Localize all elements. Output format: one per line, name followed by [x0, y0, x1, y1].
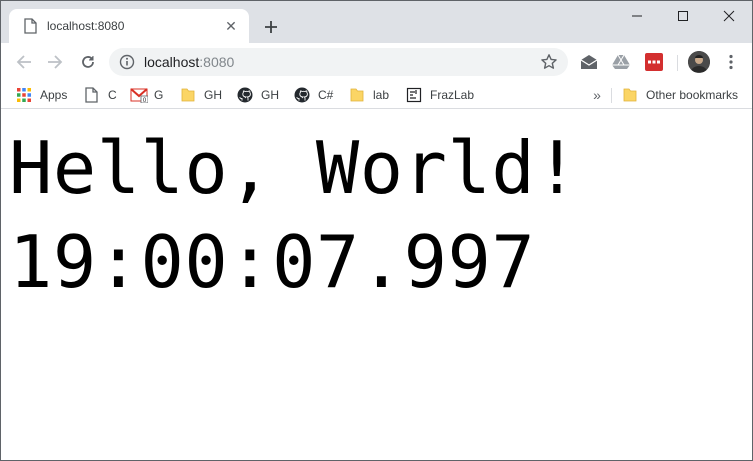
greeting-text: Hello, World!: [9, 126, 580, 210]
bookmark-csharp[interactable]: C#: [294, 85, 333, 105]
bookmark-label: G: [154, 88, 164, 102]
bookmark-label: lab: [373, 88, 390, 102]
drive-extension-icon[interactable]: [611, 52, 631, 72]
url-port: :8080: [199, 54, 235, 70]
apps-grid-icon: [16, 87, 32, 103]
back-button[interactable]: [11, 49, 37, 75]
bookmark-label: C: [108, 88, 117, 102]
toolbar-divider: [677, 55, 678, 71]
bookmarks-bar: Apps C 0 G GH GH C# lab FrazLab » Other …: [1, 81, 752, 109]
folder-icon: [349, 87, 365, 103]
github-icon: [237, 87, 253, 103]
arrow-left-icon: [16, 55, 31, 69]
bookmark-frazlab[interactable]: FrazLab: [406, 85, 474, 105]
tab-localhost[interactable]: localhost:8080 ✕: [9, 9, 249, 43]
url-host: localhost: [144, 54, 200, 70]
github-icon: [294, 87, 310, 103]
forward-button[interactable]: [42, 49, 68, 75]
bookmark-c[interactable]: C: [84, 85, 117, 105]
gmail-icon: 0: [130, 87, 149, 104]
bookmark-g[interactable]: 0 G: [130, 85, 163, 105]
plus-icon: [265, 21, 277, 33]
page-content: Hello, World! 19:00:07.997: [1, 110, 752, 460]
time-text: 19:00:07.997: [9, 220, 536, 304]
close-icon: [723, 10, 735, 22]
info-icon[interactable]: [119, 54, 135, 70]
bookmark-label: GH: [204, 88, 222, 102]
red-extension-icon[interactable]: [644, 52, 664, 72]
star-icon[interactable]: [540, 53, 558, 71]
toolbar: localhost:8080: [1, 43, 752, 81]
bookmark-gh-github[interactable]: GH: [237, 85, 279, 105]
folder-icon: [622, 87, 638, 103]
reload-icon: [82, 56, 94, 68]
bookmark-lab[interactable]: lab: [349, 85, 389, 105]
address-bar[interactable]: localhost:8080: [109, 48, 568, 76]
bookmark-label: GH: [261, 88, 279, 102]
bookmark-label: C#: [318, 88, 334, 102]
close-window-button[interactable]: [706, 1, 752, 31]
mail-extension-icon[interactable]: [579, 52, 599, 72]
folder-icon: [180, 87, 196, 103]
arrow-right-icon: [48, 55, 63, 69]
bookmarks-divider: [611, 88, 612, 103]
maximize-button[interactable]: [660, 1, 706, 31]
page-icon: [84, 87, 100, 103]
frazlab-icon: [406, 87, 422, 103]
bookmark-label: Other bookmarks: [646, 88, 739, 102]
reload-button[interactable]: [75, 49, 101, 75]
tab-title: localhost:8080: [47, 19, 125, 33]
page-icon: [23, 18, 37, 34]
bookmark-gh-folder[interactable]: GH: [180, 85, 222, 105]
kebab-menu-icon[interactable]: [721, 52, 741, 72]
bookmark-apps[interactable]: Apps: [16, 85, 67, 105]
bookmark-other[interactable]: Other bookmarks: [622, 85, 738, 105]
bookmark-label: FrazLab: [430, 88, 475, 102]
minimize-button[interactable]: [614, 1, 660, 31]
minimize-icon: [632, 15, 642, 17]
new-tab-button[interactable]: [259, 15, 283, 39]
tab-strip: localhost:8080 ✕: [1, 1, 752, 43]
close-tab-icon[interactable]: ✕: [223, 18, 239, 34]
browser-window: localhost:8080 ✕ localhost:8080 Apps C …: [0, 0, 753, 461]
avatar[interactable]: [688, 51, 710, 73]
maximize-icon: [678, 11, 688, 21]
more-bookmarks-icon[interactable]: »: [589, 87, 605, 103]
bookmark-label: Apps: [40, 88, 68, 102]
